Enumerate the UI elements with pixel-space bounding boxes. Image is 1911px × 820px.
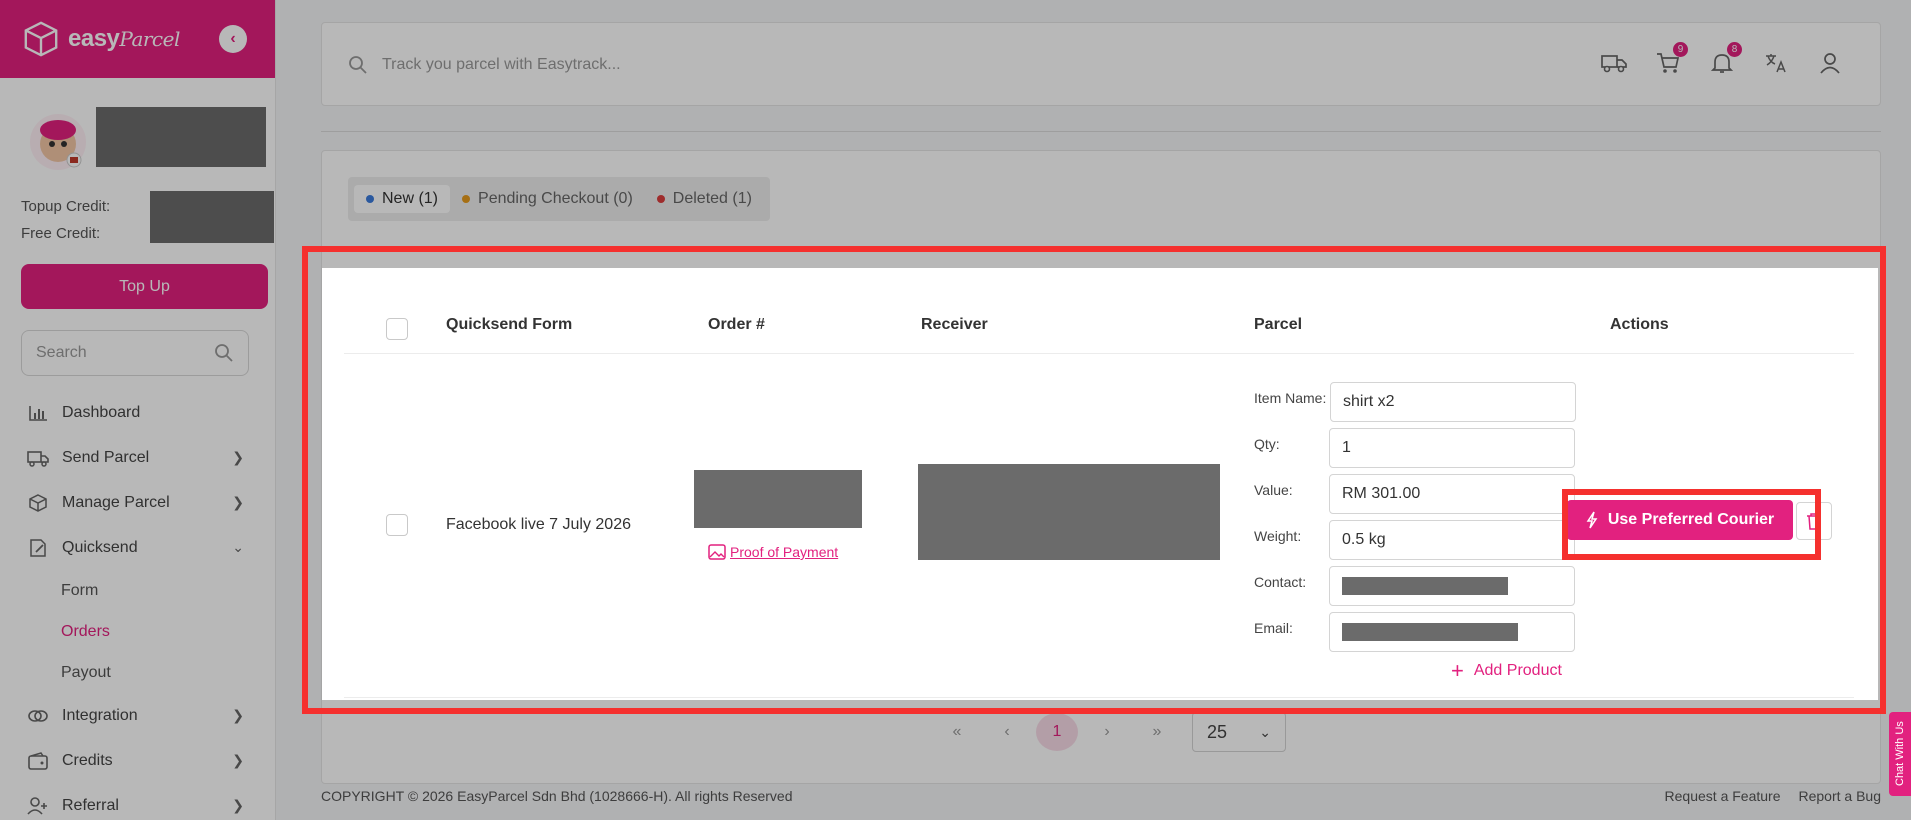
avatar[interactable] — [30, 114, 86, 170]
status-dot-blue — [366, 195, 374, 203]
user-plus-icon — [26, 796, 50, 815]
cart-badge: 9 — [1673, 42, 1688, 57]
user-name-redacted — [96, 107, 266, 167]
sidebar-item-manage-parcel[interactable]: Manage Parcel ❯ — [0, 480, 276, 525]
chevron-right-icon: ❯ — [232, 494, 244, 510]
tab-pending-checkout[interactable]: Pending Checkout (0) — [450, 185, 645, 213]
chart-icon — [26, 404, 50, 422]
collapse-sidebar-button[interactable]: ‹ — [219, 25, 247, 53]
page-size-select[interactable]: 25 ⌄ — [1192, 712, 1286, 752]
credit-values-redacted — [150, 191, 274, 243]
chevron-right-icon: ❯ — [232, 752, 244, 768]
wallet-icon — [26, 751, 50, 770]
box-icon — [26, 493, 50, 513]
truck-icon — [26, 449, 50, 467]
notification-badge: 8 — [1727, 42, 1742, 57]
sidebar-search-placeholder: Search — [36, 344, 87, 361]
sidebar-item-referral[interactable]: Referral ❯ — [0, 783, 276, 820]
highlight-frame-table — [302, 246, 1886, 714]
bell-icon[interactable]: 8 — [1708, 42, 1742, 77]
sidebar-item-integration[interactable]: Integration ❯ — [0, 693, 276, 738]
sidebar-subitem-orders[interactable]: Orders — [0, 611, 276, 652]
chevron-down-icon: ⌄ — [1259, 723, 1271, 740]
link-icon — [26, 707, 50, 725]
top-bar: Track you parcel with Easytrack... 9 8 — [321, 22, 1881, 106]
search-icon — [349, 56, 367, 74]
tab-new[interactable]: New (1) — [354, 185, 451, 213]
order-status-tabs: New (1) Pending Checkout (0) Deleted (1) — [348, 177, 770, 221]
tab-label: Pending Checkout (0) — [478, 190, 633, 207]
page-size-value: 25 — [1207, 721, 1228, 742]
sidebar-item-label: Quicksend — [62, 538, 138, 556]
next-page-button[interactable]: › — [1086, 713, 1128, 751]
header-divider — [321, 131, 1881, 132]
tab-label: Deleted (1) — [672, 190, 752, 207]
request-feature-link[interactable]: Request a Feature — [1665, 788, 1781, 804]
sidebar-item-send-parcel[interactable]: Send Parcel ❯ — [0, 435, 276, 480]
sidebar-item-label: Dashboard — [62, 403, 141, 421]
brand-name: easyParcel — [68, 25, 180, 52]
chat-with-us-tab[interactable]: Chat With Us — [1889, 712, 1911, 796]
tab-label: New (1) — [382, 190, 439, 207]
top-up-button[interactable]: Top Up — [21, 264, 268, 309]
tab-deleted[interactable]: Deleted (1) — [645, 185, 764, 213]
chevron-left-icon: ‹ — [230, 30, 236, 47]
track-parcel-search-input[interactable]: Track you parcel with Easytrack... — [348, 47, 1568, 83]
page-button-current[interactable]: 1 — [1036, 713, 1078, 751]
chevron-right-icon: ❯ — [232, 449, 244, 465]
search-icon — [215, 344, 233, 362]
sidebar-item-label: Send Parcel — [62, 448, 150, 466]
footer-links: Request a Feature Report a Bug — [1665, 788, 1881, 804]
first-page-button[interactable]: « — [936, 713, 978, 751]
last-page-button[interactable]: » — [1136, 713, 1178, 751]
sidebar-nav: Dashboard Send Parcel ❯ Manage Parcel ❯ … — [0, 390, 276, 820]
form-icon — [26, 538, 50, 558]
sidebar-item-label: Referral — [62, 796, 119, 814]
copyright: COPYRIGHT © 2026 EasyParcel Sdn Bhd (102… — [321, 788, 793, 804]
chevron-down-icon: ⌄ — [232, 539, 244, 555]
sidebar: easyParcel ‹ Topup Credit: Free Credit: … — [0, 0, 276, 820]
sidebar-item-label: Manage Parcel — [62, 493, 170, 511]
sidebar-item-quicksend[interactable]: Quicksend ⌄ — [0, 525, 276, 570]
sidebar-item-label: Credits — [62, 751, 113, 769]
mascot-avatar-icon — [40, 120, 82, 168]
status-dot-red — [656, 195, 665, 203]
sidebar-item-credits[interactable]: Credits ❯ — [0, 738, 276, 783]
highlight-frame-action — [1562, 489, 1821, 560]
easyparcel-logo-icon — [24, 21, 58, 57]
sidebar-subitem-payout[interactable]: Payout — [0, 652, 276, 693]
top-icons: 9 8 — [1600, 42, 1844, 77]
topup-credit-label: Topup Credit: — [21, 198, 111, 215]
pagination: « ‹ 1 › » 25 ⌄ — [936, 712, 1286, 752]
chevron-right-icon: ❯ — [232, 707, 244, 723]
brand-header: easyParcel ‹ — [0, 0, 275, 78]
translate-icon[interactable] — [1762, 49, 1790, 77]
chevron-right-icon: ❯ — [232, 797, 244, 813]
report-bug-link[interactable]: Report a Bug — [1799, 788, 1882, 804]
sidebar-search-input[interactable]: Search — [21, 330, 249, 376]
truck-icon[interactable] — [1600, 49, 1628, 77]
track-parcel-placeholder: Track you parcel with Easytrack... — [382, 56, 621, 73]
sidebar-item-dashboard[interactable]: Dashboard — [0, 390, 276, 435]
free-credit-label: Free Credit: — [21, 225, 101, 242]
status-dot-orange — [462, 195, 471, 203]
sidebar-item-label: Integration — [62, 706, 138, 724]
sidebar-subitem-form[interactable]: Form — [0, 570, 276, 611]
cart-icon[interactable]: 9 — [1654, 42, 1688, 77]
user-icon[interactable] — [1816, 49, 1844, 77]
prev-page-button[interactable]: ‹ — [986, 713, 1028, 751]
